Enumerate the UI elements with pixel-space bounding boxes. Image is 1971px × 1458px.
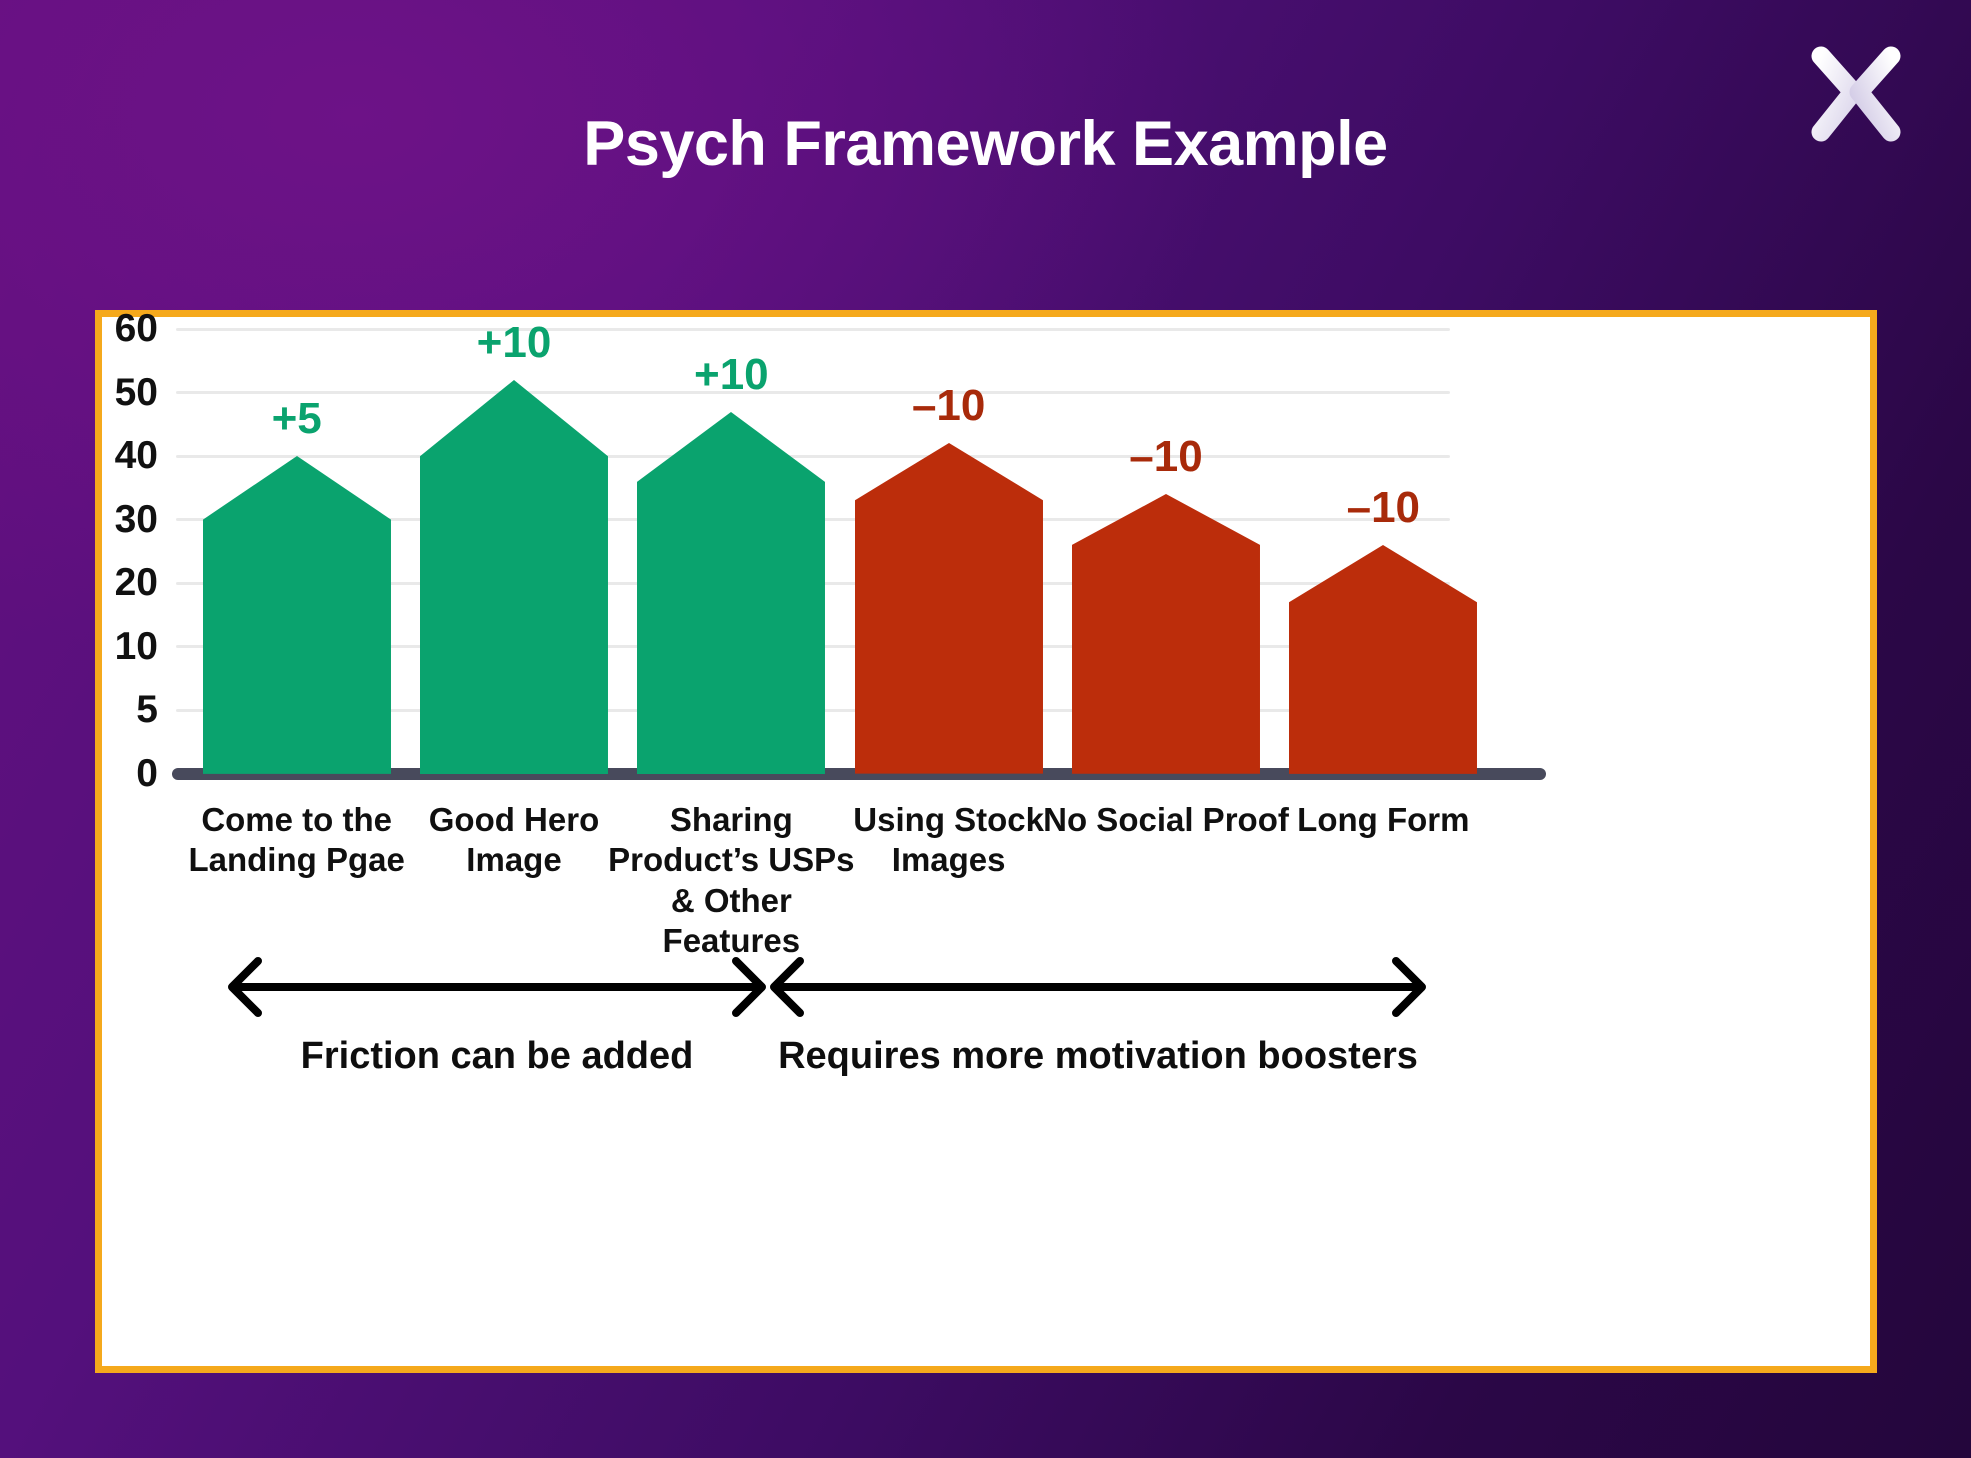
arrow-head-icon (1392, 957, 1426, 1017)
page-title: Psych Framework Example (583, 109, 1388, 179)
bar-value-label: +10 (476, 317, 552, 367)
bar[interactable] (1072, 494, 1260, 774)
bar[interactable] (1289, 545, 1478, 774)
slide-root: Psych Framework Example 60 50 40 30 20 10 5 0 +5… (0, 0, 1971, 1458)
arrow-head-icon (732, 957, 766, 1017)
bar-value-label: –10 (911, 381, 986, 431)
x-axis-category-label: No Social Proof (1043, 801, 1289, 838)
x-axis-category-label: Using Stock Images (853, 801, 1045, 879)
bar[interactable] (202, 456, 391, 774)
x-axis-category-label: Good Hero Image (428, 801, 600, 879)
bar[interactable] (637, 411, 826, 774)
bar-value-label: –10 (1346, 483, 1421, 533)
bar-value-label: +10 (694, 349, 769, 399)
y-axis-tick-label: 30 (114, 497, 158, 541)
arrow-head-icon (228, 957, 262, 1017)
bar-value-label: +5 (271, 394, 322, 444)
bar-chart: 60 50 40 30 20 10 5 0 +5 Come to the Landing Pgae… (102, 307, 1870, 1366)
annotation-caption: Requires more motivation boosters (778, 1035, 1418, 1077)
arrow-head-icon (770, 957, 804, 1017)
gridline (176, 327, 1450, 331)
chart-card: 60 50 40 30 20 10 5 0 +5 Come to the Landing Pgae… (95, 307, 1877, 1373)
y-axis-tick-label: 50 (114, 370, 158, 414)
y-axis-tick-label: 10 (114, 624, 158, 668)
x-axis-category-label: Long Form (1297, 801, 1470, 838)
x-axis-category-label: Come to the Landing Pgae (188, 801, 405, 879)
bar-value-label: –10 (1129, 432, 1203, 482)
y-axis-tick-label: 0 (136, 752, 158, 795)
y-axis-tick-label: 40 (114, 434, 158, 478)
y-axis-tick-label: 5 (136, 688, 158, 732)
bar[interactable] (854, 443, 1043, 774)
x-axis-category-label: Sharing Product’s USPs & Other Features (608, 801, 855, 959)
y-axis-tick-label: 60 (114, 307, 158, 350)
bar[interactable] (420, 379, 608, 774)
gridline (176, 391, 1450, 395)
y-axis-tick-label: 20 (114, 561, 158, 605)
annotation-caption: Friction can be added (300, 1035, 694, 1077)
